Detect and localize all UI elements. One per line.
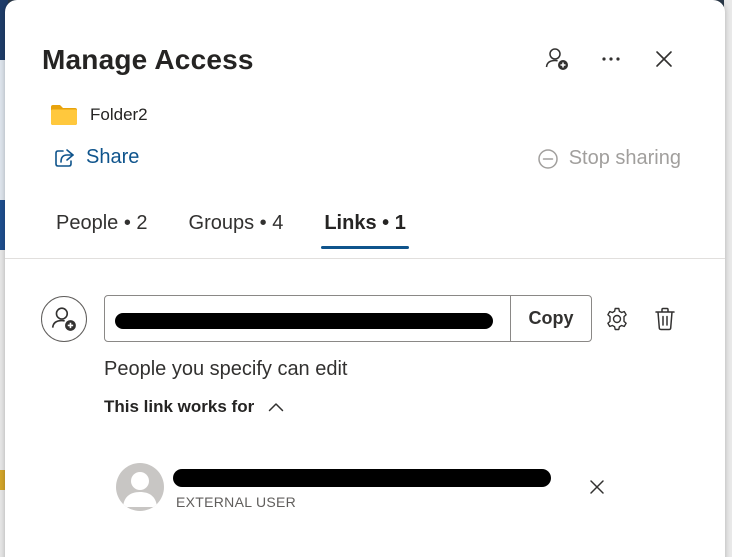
access-tabs: People • 2 Groups • 4 Links • 1 (56, 212, 447, 249)
redaction-bar (115, 313, 493, 329)
close-button[interactable] (648, 43, 680, 75)
tab-people[interactable]: People • 2 (56, 212, 148, 249)
item-name: Folder2 (90, 105, 148, 124)
gear-icon (607, 307, 627, 331)
user-name-redaction (173, 469, 551, 487)
person-icon (123, 472, 157, 507)
avatar (116, 463, 164, 511)
remove-user-button[interactable] (581, 471, 613, 503)
user-type-label: EXTERNAL USER (176, 494, 297, 510)
link-avatar-button[interactable] (41, 296, 87, 342)
folder-icon (51, 105, 77, 125)
background-right-edge (724, 0, 732, 557)
delete-link-button[interactable] (649, 303, 681, 335)
link-works-for-toggle[interactable]: This link works for (104, 397, 284, 417)
item-row: Folder2 (50, 104, 148, 126)
chevron-up-icon (268, 403, 284, 412)
link-permission-description: People you specify can edit (104, 358, 348, 380)
tab-links[interactable]: Links • 1 (321, 212, 410, 249)
link-url-input[interactable] (105, 296, 511, 341)
close-icon (656, 51, 672, 67)
manage-access-dialog: Manage Access Folder2 Share Stop sharing… (5, 0, 725, 557)
add-person-icon (545, 48, 568, 70)
more-options-icon (602, 57, 620, 61)
stop-sharing-label: Stop sharing (568, 147, 681, 169)
copy-button[interactable]: Copy (511, 296, 591, 341)
add-person-button[interactable] (541, 43, 573, 75)
dialog-title: Manage Access (42, 44, 254, 75)
trash-icon (655, 307, 675, 331)
share-button[interactable]: Share (54, 146, 139, 169)
link-field: Copy (104, 295, 592, 342)
tab-groups[interactable]: Groups • 4 (189, 212, 284, 249)
tabs-divider (5, 258, 725, 259)
share-icon (55, 148, 74, 167)
stop-sharing-button[interactable]: Stop sharing (537, 147, 681, 170)
add-person-icon (51, 307, 76, 331)
close-icon (590, 480, 604, 494)
more-options-button[interactable] (595, 43, 627, 75)
link-settings-button[interactable] (601, 303, 633, 335)
works-for-label: This link works for (104, 397, 255, 416)
share-label: Share (86, 146, 140, 168)
stop-icon (537, 148, 558, 169)
